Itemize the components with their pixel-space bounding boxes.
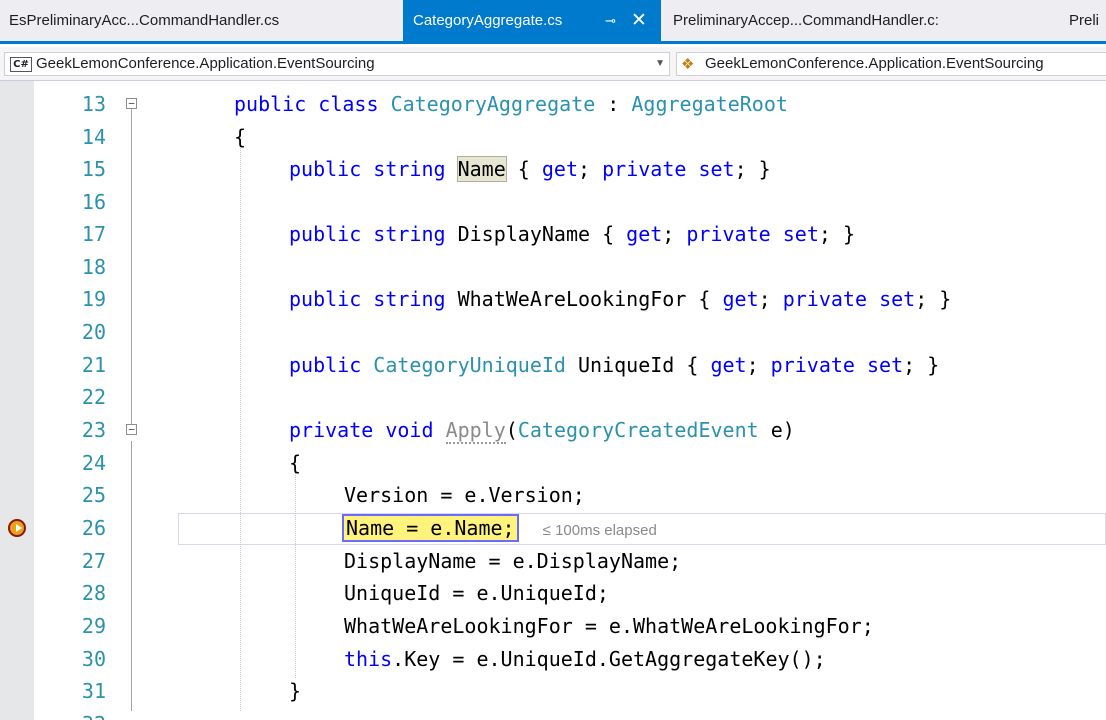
code-line: 24 {: [34, 447, 1106, 480]
line-number: 15: [81, 157, 106, 181]
code-text: this.Key = e.UniqueId.GetAggregateKey();: [344, 647, 826, 671]
code-text: DisplayName = e.DisplayName;: [344, 549, 682, 573]
code-line: 30 this.Key = e.UniqueId.GetAggregateKey…: [34, 643, 1106, 676]
code-line: 21 public CategoryUniqueId UniqueId { ge…: [34, 349, 1106, 382]
type-dropdown[interactable]: ❖ GeekLemonConference.Application.EventS…: [676, 52, 1106, 76]
line-number: 13: [81, 92, 106, 116]
code-line: 14 {: [34, 121, 1106, 154]
code-line: 22: [34, 381, 1106, 414]
code-line: 27 DisplayName = e.DisplayName;: [34, 545, 1106, 578]
code-text: private void Apply(CategoryCreatedEvent …: [289, 418, 795, 444]
navigation-bar: C# GeekLemonConference.Application.Event…: [0, 47, 1106, 81]
line-number: 32: [34, 708, 106, 720]
code-line: 23 private void Apply(CategoryCreatedEve…: [34, 414, 1106, 447]
code-text: Version = e.Version;: [344, 483, 585, 507]
code-text: public CategoryUniqueId UniqueId { get; …: [289, 353, 940, 377]
unused-method-name: Apply: [445, 418, 506, 444]
pin-icon[interactable]: ⊸: [605, 0, 616, 41]
code-text: {: [234, 125, 247, 149]
code-line: 28 UniqueId = e.UniqueId;: [34, 577, 1106, 610]
line-number: 24: [81, 451, 106, 475]
code-line: 19 public string WhatWeAreLookingFor { g…: [34, 283, 1106, 316]
code-line: 32: [34, 708, 1106, 720]
line-number: 17: [81, 222, 106, 246]
code-line: 13 public class CategoryAggregate : Aggr…: [34, 88, 1106, 121]
line-number: 22: [81, 385, 106, 409]
tab-label: CategoryAggregate.cs: [413, 12, 563, 29]
line-number: 19: [81, 287, 106, 311]
code-line: 29 WhatWeAreLookingFor = e.WhatWeAreLook…: [34, 610, 1106, 643]
perf-tip[interactable]: ≤ 100ms elapsed: [543, 522, 657, 539]
project-dropdown-label: GeekLemonConference.Application.EventSou…: [36, 55, 375, 72]
code-text: }: [289, 679, 302, 703]
code-line: 15 public string Name { get; private set…: [34, 153, 1106, 186]
code-line: 25 Version = e.Version;: [34, 479, 1106, 512]
line-number: 21: [81, 353, 106, 377]
tab-preliminary-handler[interactable]: PreliminaryAccep...CommandHandler.c:: [664, 0, 1014, 41]
code-text: Name = e.Name; ≤ 100ms elapsed: [342, 512, 657, 547]
code-editor[interactable]: − − 13 public class CategoryAggregate : …: [0, 81, 1106, 720]
line-number: 25: [81, 483, 106, 507]
code-text: public class CategoryAggregate : Aggrega…: [234, 92, 788, 116]
code-text: public string WhatWeAreLookingFor { get;…: [289, 287, 952, 311]
tab-es-preliminary-handler[interactable]: EsPreliminaryAcc...CommandHandler.cs: [0, 0, 400, 41]
tab-category-aggregate[interactable]: CategoryAggregate.cs ⊸ ✕: [403, 0, 661, 41]
line-number: 14: [81, 125, 106, 149]
highlighted-reference: Name: [456, 156, 507, 182]
line-number: 18: [81, 255, 106, 279]
line-number: 31: [81, 679, 106, 703]
tab-label: Preli: [1069, 12, 1100, 29]
code-text: public string DisplayName { get; private…: [289, 222, 855, 246]
current-statement-highlight: Name = e.Name;: [342, 514, 519, 542]
code-line: 20: [34, 316, 1106, 349]
tab-preli[interactable]: Preli: [1062, 0, 1106, 41]
line-number: 30: [81, 647, 106, 671]
current-statement-line: 26 Name = e.Name; ≤ 100ms elapsed: [34, 512, 1106, 545]
line-number: 28: [81, 581, 106, 605]
line-number: 27: [81, 549, 106, 573]
line-number: 23: [81, 418, 106, 442]
class-icon: ❖: [681, 56, 695, 73]
line-number: 16: [81, 190, 106, 214]
document-tab-strip: EsPreliminaryAcc...CommandHandler.cs Cat…: [0, 0, 1106, 44]
code-text: public string Name { get; private set; }: [289, 156, 771, 182]
code-line: 16: [34, 186, 1106, 219]
line-number: 26: [81, 516, 106, 540]
code-text: UniqueId = e.UniqueId;: [344, 581, 609, 605]
code-text: WhatWeAreLookingFor = e.WhatWeAreLooking…: [344, 614, 874, 638]
tab-label: PreliminaryAccep...CommandHandler.c:: [673, 12, 939, 29]
code-line: 18: [34, 251, 1106, 284]
project-dropdown[interactable]: C# GeekLemonConference.Application.Event…: [4, 52, 670, 76]
line-number: 20: [81, 320, 106, 344]
tab-label: EsPreliminaryAcc...CommandHandler.cs: [9, 12, 280, 29]
code-line: 31 }: [34, 675, 1106, 708]
close-icon[interactable]: ✕: [631, 0, 647, 41]
line-number: 29: [81, 614, 106, 638]
type-dropdown-label: GeekLemonConference.Application.EventSou…: [705, 55, 1044, 72]
code-text: {: [289, 451, 302, 475]
chevron-down-icon[interactable]: ▼: [655, 58, 665, 69]
glyph-margin[interactable]: [0, 81, 34, 720]
csharp-project-icon: C#: [10, 57, 32, 72]
current-statement-breakpoint-icon[interactable]: [8, 519, 26, 537]
code-line: 17 public string DisplayName { get; priv…: [34, 218, 1106, 251]
